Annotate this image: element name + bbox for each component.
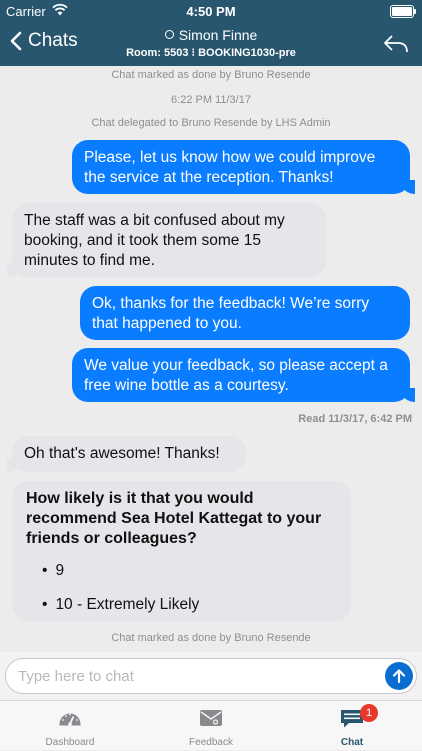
chat-header-title: Simon Finne Room: 5503 ⁝ BOOKING1030-pre (0, 27, 422, 59)
message-text: Oh that's awesome! Thanks! (24, 445, 220, 462)
read-receipt: Read 11/3/17, 6:42 PM (298, 413, 412, 425)
presence-circle-icon (164, 30, 174, 39)
tab-dashboard[interactable]: Dashboard (0, 701, 140, 751)
guest-name: Simon Finne (178, 27, 258, 43)
survey-message: How likely is it that you would recommen… (12, 481, 351, 621)
battery-icon (390, 5, 416, 18)
unread-badge: 1 (360, 704, 378, 722)
system-message: Chat delegated to Bruno Resende by LHS A… (91, 117, 331, 129)
survey-answers: 9 10 - Extremely Likely (26, 561, 337, 615)
system-message: Chat marked as done by Bruno Resende (111, 632, 311, 644)
tab-dashboard-label: Dashboard (45, 737, 95, 748)
survey-question: How likely is it that you would recommen… (26, 490, 322, 547)
timestamp-divider: 6:22 PM 11/3/17 (171, 94, 251, 106)
chat-input[interactable] (5, 658, 417, 694)
message-text: We value your feedback, so please accept… (84, 357, 388, 394)
outgoing-message: Please, let us know how we could improve… (72, 140, 415, 194)
tab-chat-label: Chat (340, 737, 364, 748)
message-text: The staff was a bit confused about my bo… (24, 212, 285, 269)
status-time: 4:50 PM (186, 4, 236, 19)
status-bar: Carrier 4:50 PM (0, 0, 422, 22)
send-button[interactable] (385, 662, 413, 690)
outgoing-message: We value your feedback, so please accept… (72, 348, 415, 402)
survey-answer: 10 - Extremely Likely (42, 595, 337, 615)
reply-icon[interactable] (382, 32, 410, 56)
message-text: Please, let us know how we could improve… (84, 149, 376, 186)
survey-answer: 9 (42, 561, 337, 581)
tab-feedback[interactable]: Feedback (141, 701, 281, 751)
tab-bar: Dashboard Feedback 1 Chat (0, 700, 422, 750)
message-text: Ok, thanks for the feedback! We’re sorry… (92, 295, 370, 332)
navigation-bar: Chats Simon Finne Room: 5503 ⁝ BOOKING10… (0, 22, 422, 66)
tab-feedback-label: Feedback (189, 737, 233, 748)
incoming-message: The staff was a bit confused about my bo… (7, 203, 326, 277)
tab-chat[interactable]: 1 Chat (282, 701, 422, 751)
chat-transcript[interactable]: Chat marked as done by Bruno Resende 6:2… (0, 66, 422, 652)
composer-bar (0, 652, 422, 700)
room-booking-info: Room: 5503 ⁝ BOOKING1030-pre (126, 47, 296, 59)
arrow-up-icon (392, 669, 406, 684)
incoming-message: Oh that's awesome! Thanks! (7, 436, 246, 472)
system-message: Chat marked as done by Bruno Resende (111, 69, 311, 81)
outgoing-message: Ok, thanks for the feedback! We’re sorry… (80, 286, 410, 340)
feedback-icon (200, 710, 222, 726)
speedometer-icon (59, 713, 81, 726)
